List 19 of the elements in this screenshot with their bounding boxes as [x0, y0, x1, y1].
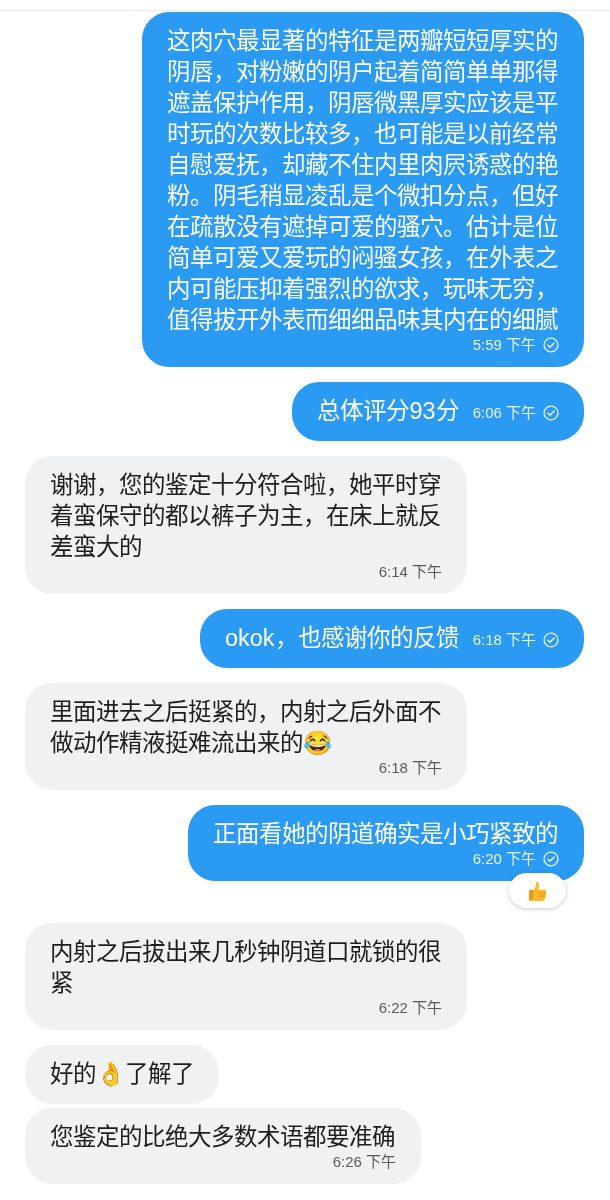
message-text: 这肉穴最显著的特征是两瓣短短厚实的阴唇，对粉嫩的阴户起着简简单单那得遮盖保护作用，阴唇微黑厚实应该是平时玩的次数比较多，也可能是以前经常自慰爱抚，却藏不住内里肉屄诱惑的艳粉。阴毛稍显凌乱是个微扣分点，但好在疏散没有遮掉可爱的骚穴。估计是位简单可爱又爱玩的闷骚女孩，在外表之内可能压抑着强烈的欲求，玩味无穷，值得拔开外表而细细品味其内在的细腻	[167, 28, 558, 333]
message-text: 里面进去之后挺紧的，内射之后外面不做动作精液挺难流出来的😂	[50, 699, 441, 756]
message-time: 6:22 下午	[378, 1000, 442, 1016]
message-time: 6:26 下午	[332, 1154, 396, 1170]
message-text: 谢谢，您的鉴定十分符合啦，她平时穿着蛮保守的都以裤子为主，在床上就反差蛮大的	[50, 472, 441, 560]
message-text: 正面看她的阴道确实是小巧紧致的	[213, 821, 558, 847]
message-time: 6:18 下午	[472, 630, 536, 650]
message-text: 总体评分93分	[317, 398, 459, 424]
message-time: 6:20 下午	[472, 851, 536, 867]
message-time: 6:06 下午	[472, 403, 536, 423]
reaction-chip[interactable]	[509, 873, 566, 908]
message-time: 6:14 下午	[378, 564, 442, 580]
message-text: 内射之后拔出来几秒钟阴道口就锁的很紧	[50, 939, 441, 996]
message-text: okok，也感谢你的反馈	[225, 625, 459, 651]
message-time: 6:18 下午	[378, 760, 442, 776]
message-text: 好的👌了解了	[50, 1061, 195, 1087]
message-time: 5:59 下午	[472, 337, 536, 353]
thumbs-up-icon	[526, 879, 549, 902]
message-text: 您鉴定的比绝大多数术语都要准确	[50, 1124, 395, 1150]
